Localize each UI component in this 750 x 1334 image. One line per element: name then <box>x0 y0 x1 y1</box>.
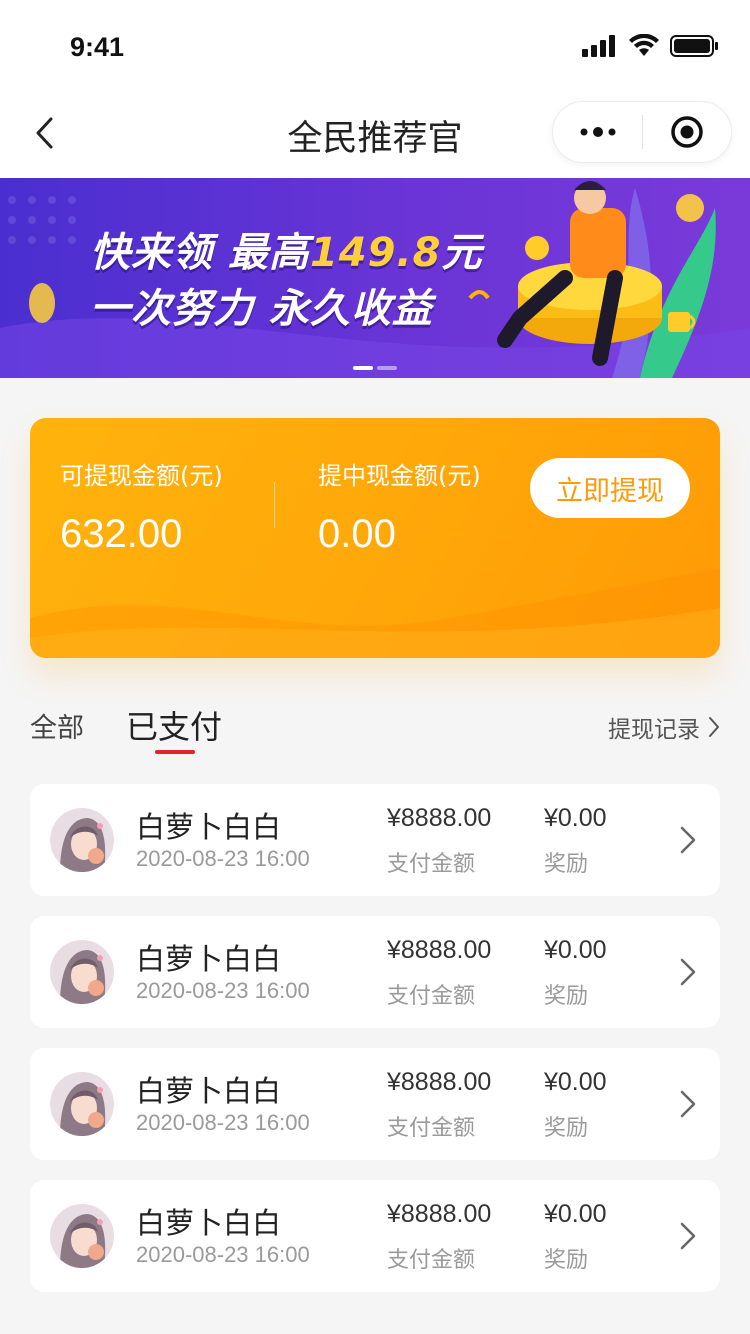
payment-amount: ¥8888.00 <box>387 804 492 832</box>
banner-pagination <box>353 366 397 370</box>
order-time: 2020-08-23 16:00 <box>136 1110 310 1135</box>
customer-name: 白萝卜白白 <box>136 1074 282 1108</box>
available-amount-label: 可提现金额(元) <box>60 462 223 490</box>
payment-amount-label: 支付金额 <box>387 984 476 1009</box>
order-time: 2020-08-23 16:00 <box>136 1242 310 1267</box>
avatar-illustration <box>50 808 114 872</box>
payment-amount-label: 支付金额 <box>387 1248 476 1273</box>
avatar <box>50 1204 114 1268</box>
tab-all[interactable]: 全部 <box>30 706 84 745</box>
wallet-divider <box>274 482 275 528</box>
banner-dot[interactable] <box>353 366 373 370</box>
list-item[interactable]: 白萝卜白白 2020-08-23 16:00 ¥8888.00 支付金额 ¥0.… <box>30 1048 720 1160</box>
chevron-right-icon <box>680 1090 696 1118</box>
banner-headline: 快来领 最高149.8元 <box>90 230 483 276</box>
order-list: 白萝卜白白 2020-08-23 16:00 ¥8888.00 支付金额 ¥0.… <box>30 784 720 1312</box>
reward-amount-label: 奖励 <box>544 1116 589 1141</box>
available-amount-value: 632.00 <box>60 512 183 556</box>
more-button[interactable] <box>553 101 642 163</box>
chevron-right-icon <box>680 1222 696 1250</box>
more-dots-icon <box>580 127 615 137</box>
withdraw-button[interactable]: 立即提现 <box>530 458 690 518</box>
avatar <box>50 808 114 872</box>
list-item[interactable]: 白萝卜白白 2020-08-23 16:00 ¥8888.00 支付金额 ¥0.… <box>30 784 720 896</box>
payment-amount: ¥8888.00 <box>387 1200 492 1228</box>
list-item[interactable]: 白萝卜白白 2020-08-23 16:00 ¥8888.00 支付金额 ¥0.… <box>30 1180 720 1292</box>
payment-amount-label: 支付金额 <box>387 1116 476 1141</box>
wifi-icon <box>629 34 659 56</box>
order-time: 2020-08-23 16:00 <box>136 978 310 1003</box>
mini-program-capsule <box>552 101 732 163</box>
payment-amount: ¥8888.00 <box>387 1068 492 1096</box>
active-tab-indicator <box>155 750 195 754</box>
pending-amount-label: 提中现金额(元) <box>318 462 481 490</box>
avatar <box>50 1072 114 1136</box>
reward-amount: ¥0.00 <box>544 936 607 964</box>
close-button[interactable] <box>643 101 731 163</box>
chevron-right-icon <box>680 826 696 854</box>
payment-amount: ¥8888.00 <box>387 936 492 964</box>
avatar-illustration <box>50 940 114 1004</box>
signal-icon <box>582 35 615 57</box>
wallet-card: 可提现金额(元) 632.00 提中现金额(元) 0.00 立即提现 <box>30 418 720 658</box>
reward-amount-label: 奖励 <box>544 984 589 1009</box>
battery-icon <box>670 35 718 57</box>
banner-dot[interactable] <box>377 366 397 370</box>
status-icons <box>582 34 720 58</box>
banner-subheadline: 一次努力 永久收益 <box>90 286 433 332</box>
chevron-right-icon <box>709 717 719 737</box>
reward-amount: ¥0.00 <box>544 804 607 832</box>
avatar-illustration <box>50 1072 114 1136</box>
withdraw-records-link[interactable]: 提现记录 <box>608 710 720 744</box>
customer-name: 白萝卜白白 <box>136 1206 282 1240</box>
order-time: 2020-08-23 16:00 <box>136 846 310 871</box>
promo-banner[interactable]: 快来领 最高149.8元 一次努力 永久收益 <box>0 178 750 378</box>
tab-paid[interactable]: 已支付 <box>126 702 222 748</box>
nav-bar: 全民推荐官 <box>0 88 750 178</box>
reward-amount: ¥0.00 <box>544 1200 607 1228</box>
avatar-illustration <box>50 1204 114 1268</box>
payment-amount-label: 支付金额 <box>387 852 476 877</box>
status-bar: 9:41 <box>0 0 750 88</box>
customer-name: 白萝卜白白 <box>136 942 282 976</box>
reward-amount-label: 奖励 <box>544 852 589 877</box>
withdraw-records-label: 提现记录 <box>608 717 700 743</box>
status-time: 9:41 <box>70 32 125 62</box>
list-item[interactable]: 白萝卜白白 2020-08-23 16:00 ¥8888.00 支付金额 ¥0.… <box>30 916 720 1028</box>
chevron-right-icon <box>680 958 696 986</box>
pending-amount-value: 0.00 <box>318 512 396 556</box>
reward-amount: ¥0.00 <box>544 1068 607 1096</box>
avatar <box>50 940 114 1004</box>
tab-bar: 全部 已支付 提现记录 <box>0 690 750 760</box>
reward-amount-label: 奖励 <box>544 1248 589 1273</box>
target-close-icon <box>671 116 703 148</box>
customer-name: 白萝卜白白 <box>136 810 282 844</box>
